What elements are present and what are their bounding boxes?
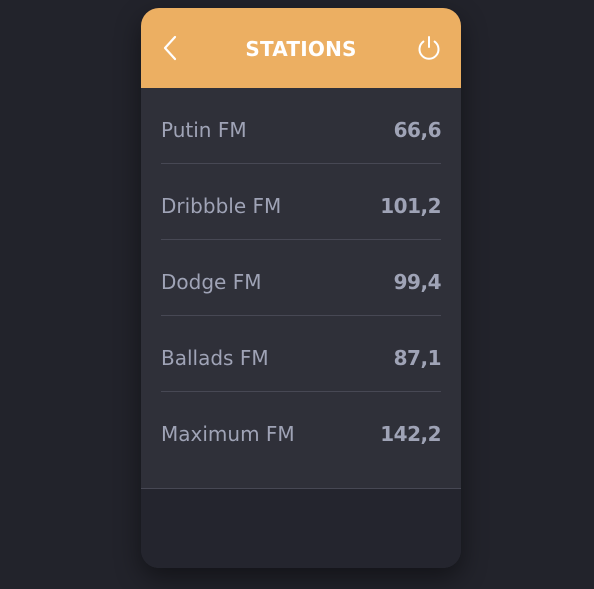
station-row-ballads-fm[interactable]: Ballads FM 87,1 [161,316,442,392]
stations-list: Putin FM 66,6 Dribbble FM 101,2 Dodge FM… [161,88,442,467]
page-title: STATIONS [245,37,357,61]
station-name: Ballads FM [161,346,269,370]
station-name: Dribbble FM [161,194,282,218]
station-row-maximum-fm[interactable]: Maximum FM 142,2 [161,392,441,467]
power-icon [418,36,440,60]
power-button[interactable] [415,34,443,62]
station-frequency: 87,1 [393,346,442,370]
station-name: Maximum FM [161,422,295,446]
station-frequency: 66,6 [393,118,442,142]
header-bar: STATIONS [141,8,461,88]
station-frequency: 142,2 [380,422,441,446]
station-row-dribbble-fm[interactable]: Dribbble FM 101,2 [161,164,441,240]
station-name: Dodge FM [161,270,262,294]
station-name: Putin FM [161,118,247,142]
station-frequency: 101,2 [380,194,441,218]
station-row-putin-fm[interactable]: Putin FM 66,6 [161,88,442,164]
station-row-dodge-fm[interactable]: Dodge FM 99,4 [161,240,442,316]
station-frequency: 99,4 [393,270,442,294]
stations-card: STATIONS Putin FM 66,6 Dribbble FM 101,2… [141,8,461,568]
footer-panel [141,488,461,568]
